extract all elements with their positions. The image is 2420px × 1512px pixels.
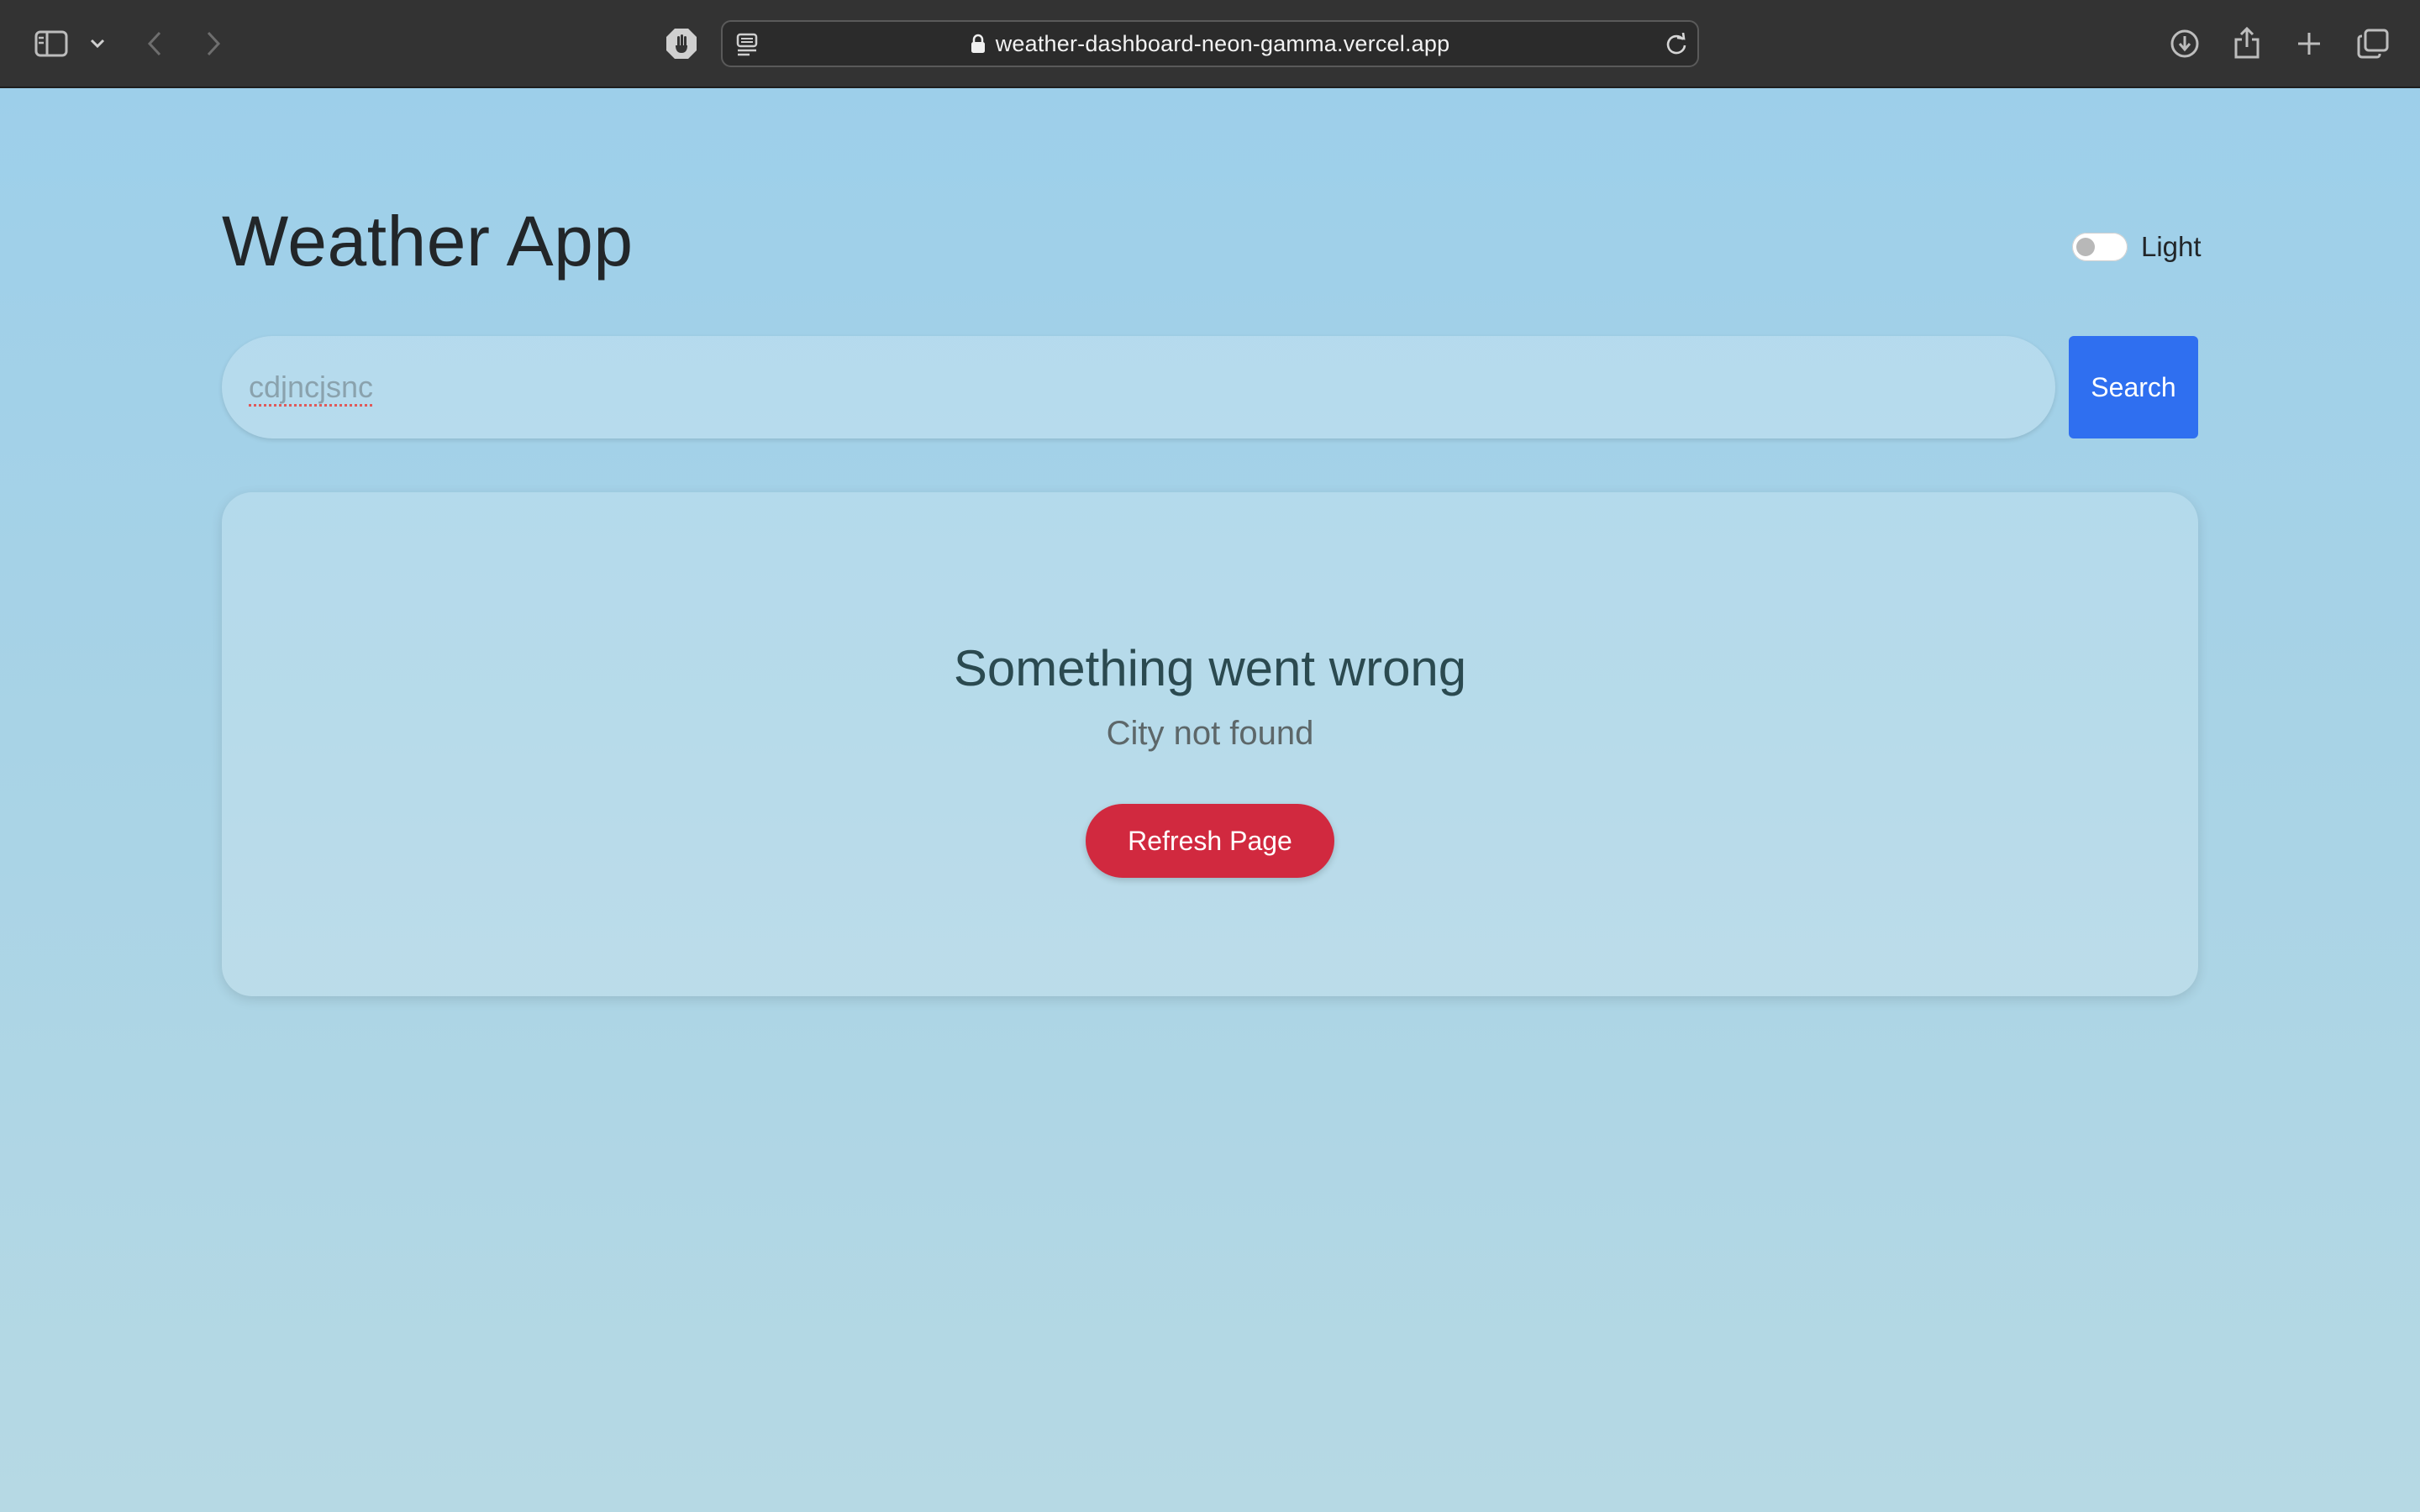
search-button[interactable]: Search	[2069, 336, 2198, 438]
browser-toolbar: weather-dashboard-neon-gamma.vercel.app	[0, 0, 2420, 88]
chevron-right-icon[interactable]	[200, 27, 227, 60]
theme-toggle-switch[interactable]	[2072, 233, 2128, 261]
error-message: City not found	[1106, 715, 1314, 752]
url-display[interactable]: weather-dashboard-neon-gamma.vercel.app	[723, 22, 1697, 66]
reload-icon[interactable]	[1662, 30, 1691, 59]
sidebar-icon[interactable]	[32, 27, 71, 60]
download-icon[interactable]	[2166, 25, 2203, 62]
page-viewport: Weather App Light cdjncjsnc Search Somet…	[0, 88, 2420, 1512]
tabs-icon[interactable]	[2354, 25, 2391, 62]
theme-toggle[interactable]: Light	[2072, 231, 2202, 263]
address-bar[interactable]: weather-dashboard-neon-gamma.vercel.app	[721, 20, 1699, 67]
page-title: Weather App	[222, 202, 634, 281]
city-search-input[interactable]: cdjncjsnc	[222, 336, 2055, 438]
error-heading: Something went wrong	[953, 640, 1467, 696]
lock-icon	[971, 34, 986, 54]
url-text: weather-dashboard-neon-gamma.vercel.app	[995, 30, 1450, 56]
chevron-left-icon[interactable]	[141, 27, 168, 60]
theme-toggle-label: Light	[2141, 231, 2202, 262]
error-card: Something went wrong City not found Refr…	[222, 492, 2198, 996]
plus-icon[interactable]	[2292, 25, 2326, 62]
share-icon[interactable]	[2230, 24, 2264, 62]
shield-hand-icon[interactable]	[664, 25, 699, 62]
chevron-down-icon[interactable]	[87, 32, 108, 55]
toggle-knob	[2076, 238, 2095, 256]
search-input-value: cdjncjsnc	[249, 370, 374, 404]
refresh-page-button[interactable]: Refresh Page	[1086, 804, 1334, 878]
